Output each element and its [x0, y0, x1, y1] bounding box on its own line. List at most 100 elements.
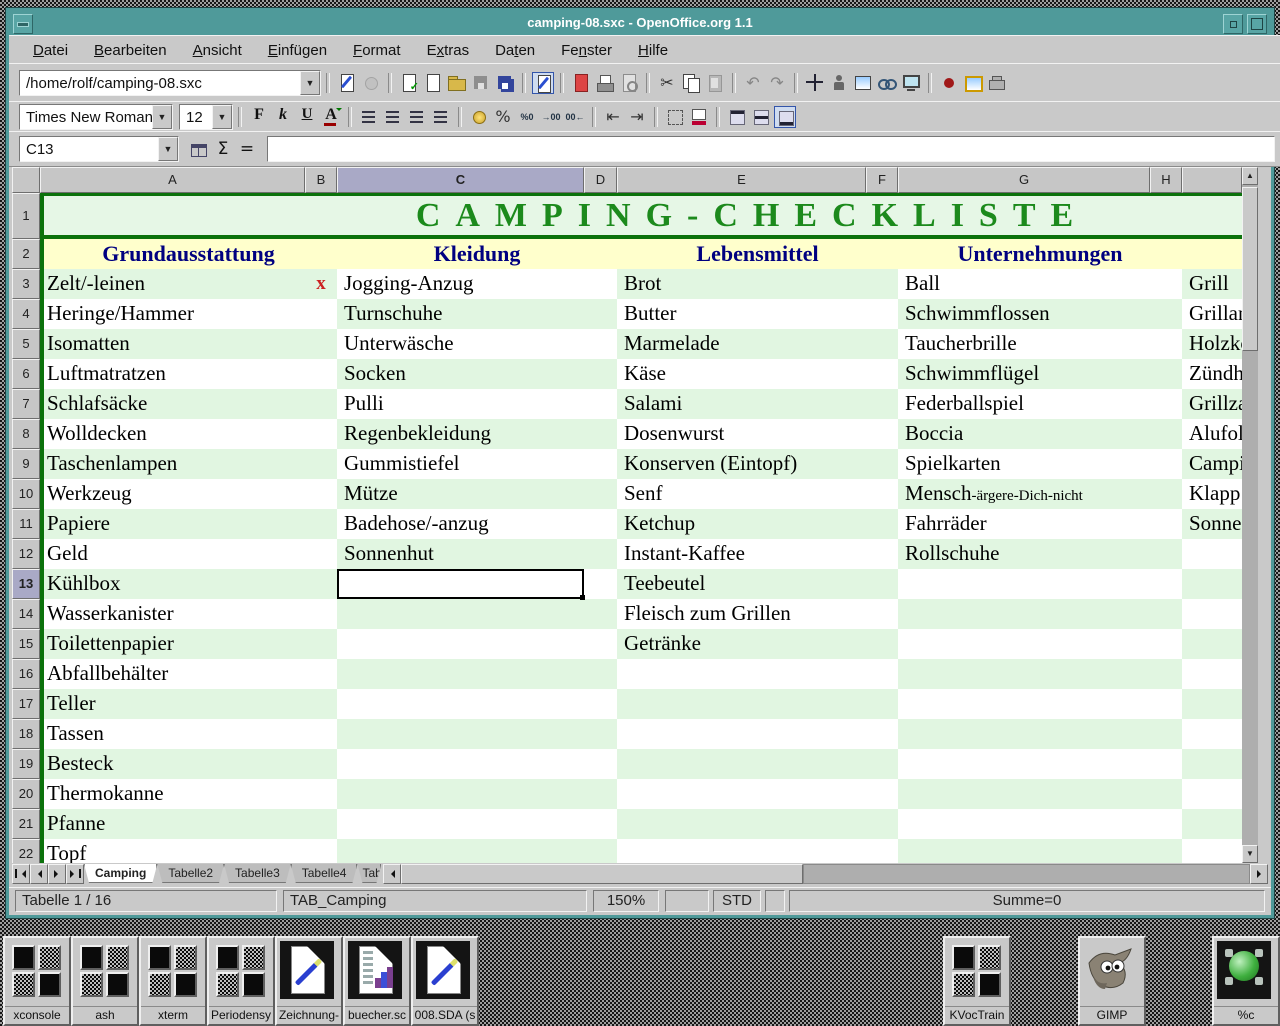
- cell-text[interactable]: Holzko: [1182, 329, 1242, 359]
- next-sheet-button[interactable]: [48, 864, 66, 884]
- column-header-C[interactable]: C: [337, 167, 584, 193]
- row-header-7[interactable]: 7: [12, 389, 40, 419]
- cell-text[interactable]: Socken: [337, 359, 584, 389]
- section-header-1[interactable]: Grundausstattung: [40, 240, 337, 268]
- checkmark-cell[interactable]: x: [305, 269, 337, 299]
- cursor-fill-handle[interactable]: [580, 595, 585, 600]
- row-header-3[interactable]: 3: [12, 269, 40, 299]
- align-center-icon[interactable]: [382, 106, 404, 128]
- row-header-14[interactable]: 14: [12, 599, 40, 629]
- scroll-down-button[interactable]: ▼: [1242, 845, 1258, 863]
- cell[interactable]: [898, 629, 1182, 659]
- cell-text[interactable]: Fleisch zum Grillen: [617, 599, 866, 629]
- cell[interactable]: [1182, 629, 1242, 659]
- cell-text[interactable]: Getränke: [617, 629, 866, 659]
- sheet-tab-tab[interactable]: Tab: [357, 864, 381, 883]
- background-color-icon[interactable]: [688, 106, 710, 128]
- decrease-indent-icon[interactable]: ⇤: [602, 106, 624, 128]
- desktop-icon-ash[interactable]: ash: [71, 936, 139, 1026]
- sheet-tab-tabelle4[interactable]: Tabelle4: [291, 864, 358, 883]
- cell[interactable]: [617, 749, 898, 779]
- formula-input[interactable]: [267, 136, 1275, 162]
- desktop-icon-gimp[interactable]: GIMP: [1078, 936, 1146, 1026]
- cell-text[interactable]: Campi: [1182, 449, 1242, 479]
- row-header-1[interactable]: 1: [12, 193, 40, 239]
- bold-icon[interactable]: F: [248, 106, 270, 128]
- function-wizard-icon[interactable]: [188, 138, 210, 160]
- column-header-F[interactable]: F: [866, 167, 898, 193]
- cell-text[interactable]: Besteck: [40, 749, 305, 779]
- hyperlink-icon[interactable]: [876, 72, 898, 94]
- menu-hilfe[interactable]: Hilfe: [626, 38, 680, 63]
- new-document-icon[interactable]: [422, 72, 444, 94]
- record-macro-icon[interactable]: [938, 72, 960, 94]
- cell-text[interactable]: Taschenlampen: [40, 449, 305, 479]
- desktop-icon-zeichnung-[interactable]: Zeichnung-: [275, 936, 343, 1026]
- cell-text[interactable]: Heringe/Hammer: [40, 299, 305, 329]
- column-header-A[interactable]: A: [40, 167, 305, 193]
- cell-text[interactable]: Badehose/-anzug: [337, 509, 584, 539]
- cell-text[interactable]: Wolldecken: [40, 419, 305, 449]
- cell[interactable]: [1182, 809, 1242, 839]
- cell[interactable]: [1182, 569, 1242, 599]
- standard-format-icon[interactable]: %0: [516, 106, 538, 128]
- cell[interactable]: [337, 629, 617, 659]
- stylist-icon[interactable]: [828, 72, 850, 94]
- cell-text[interactable]: Gummistiefel: [337, 449, 584, 479]
- menu-ansicht[interactable]: Ansicht: [181, 38, 254, 63]
- cell[interactable]: [337, 659, 617, 689]
- cell-text[interactable]: Ball: [898, 269, 1150, 299]
- first-sheet-button[interactable]: [12, 864, 30, 884]
- new-from-template-icon[interactable]: ✓: [398, 72, 420, 94]
- cell[interactable]: [337, 779, 617, 809]
- row-header-13[interactable]: 13: [12, 569, 40, 599]
- function-icon[interactable]: =: [236, 138, 258, 160]
- cell-text[interactable]: Rollschuhe: [898, 539, 1150, 569]
- cell[interactable]: [617, 689, 898, 719]
- desktop-icon-periodensy[interactable]: Periodensy: [207, 936, 275, 1026]
- gallery-icon[interactable]: [852, 72, 874, 94]
- cell-grid[interactable]: CAMPING-CHECKLISTEGrundausstattungKleidu…: [40, 193, 1242, 863]
- row-header-9[interactable]: 9: [12, 449, 40, 479]
- cell[interactable]: [898, 599, 1182, 629]
- menu-bearbeiten[interactable]: Bearbeiten: [82, 38, 179, 63]
- desktop-icon-xconsole[interactable]: xconsole: [3, 936, 71, 1026]
- column-header-B[interactable]: B: [305, 167, 337, 193]
- cell[interactable]: [617, 659, 898, 689]
- cell-text[interactable]: Turnschuhe: [337, 299, 584, 329]
- percent-format-icon[interactable]: %: [492, 106, 514, 128]
- cell-text[interactable]: Instant-Kaffee: [617, 539, 866, 569]
- cell-text[interactable]: Schwimmflossen: [898, 299, 1150, 329]
- cell-text[interactable]: Klapp: [1182, 479, 1242, 509]
- currency-format-icon[interactable]: [468, 106, 490, 128]
- navigator-icon[interactable]: [804, 72, 826, 94]
- cell-text[interactable]: Sonne: [1182, 509, 1242, 539]
- cell-text[interactable]: Boccia: [898, 419, 1150, 449]
- hscroll-right-button[interactable]: [1250, 864, 1268, 884]
- row-header-10[interactable]: 10: [12, 479, 40, 509]
- cell[interactable]: [617, 779, 898, 809]
- cell[interactable]: [617, 809, 898, 839]
- cell-text[interactable]: Salami: [617, 389, 866, 419]
- horizontal-scroll-thumb[interactable]: [401, 864, 803, 884]
- print-icon[interactable]: [594, 72, 616, 94]
- cell[interactable]: [1182, 659, 1242, 689]
- cell-text[interactable]: Tassen: [40, 719, 305, 749]
- underline-icon[interactable]: U: [296, 106, 318, 128]
- cell-text[interactable]: Luftmatratzen: [40, 359, 305, 389]
- edit-file-icon[interactable]: [532, 72, 554, 94]
- italic-icon[interactable]: k: [272, 106, 294, 128]
- cell-text[interactable]: Brot: [617, 269, 866, 299]
- cell-cursor[interactable]: [337, 569, 584, 599]
- cell-text[interactable]: Fahrräder: [898, 509, 1150, 539]
- font-name-combo[interactable]: Times New Roman ▼: [19, 104, 173, 130]
- datasource-icon[interactable]: [986, 72, 1008, 94]
- cell-text[interactable]: Taucherbrille: [898, 329, 1150, 359]
- menu-fenster[interactable]: Fenster: [549, 38, 624, 63]
- cell-text[interactable]: Ketchup: [617, 509, 866, 539]
- add-decimal-icon[interactable]: →00: [540, 106, 562, 128]
- cell-text[interactable]: Marmelade: [617, 329, 866, 359]
- cell-text[interactable]: Alufol: [1182, 419, 1242, 449]
- scroll-up-button[interactable]: ▲: [1242, 167, 1258, 185]
- cell-text[interactable]: Topf: [40, 839, 305, 863]
